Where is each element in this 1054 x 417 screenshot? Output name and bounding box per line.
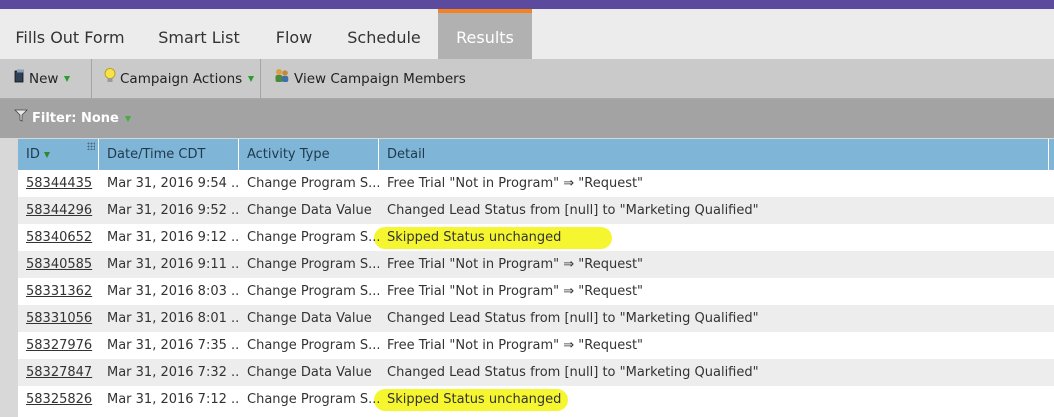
campaign-actions-button[interactable]: Campaign Actions [104, 59, 255, 99]
new-button[interactable]: New [14, 59, 71, 99]
tab-fills-out-form[interactable]: Fills Out Form [0, 9, 140, 59]
table-row[interactable]: 58327847 Mar 31, 2016 7:32 ... Change Data… [18, 359, 1054, 386]
tab-bar: Fills Out Form Smart List Flow Schedule … [0, 9, 1054, 59]
tab-results[interactable]: Results [438, 9, 532, 59]
column-header-id-label: ID [26, 147, 40, 162]
filter-icon [14, 99, 28, 138]
cell-id: 58344435 [18, 170, 99, 197]
cell-activity-type: Change Program S... [247, 284, 379, 299]
tab-smart-list[interactable]: Smart List [140, 9, 258, 59]
tab-schedule[interactable]: Schedule [330, 9, 438, 59]
cell-id: 58325826 [18, 386, 99, 413]
grid-header: ID Date/Time CDT Activity Type Detail [18, 139, 1054, 170]
cell-datetime: Mar 31, 2016 9:11 ... [107, 257, 239, 272]
campaign-actions-label: Campaign Actions [120, 71, 243, 87]
cell-activity-type: Change Program S... [247, 392, 379, 407]
filter-bar: Filter: None [0, 99, 1054, 138]
chevron-down-icon [124, 115, 131, 122]
lead-id-link[interactable]: 58340585 [26, 257, 92, 272]
lead-id-link[interactable]: 58340652 [26, 230, 92, 245]
lightbulb-icon [104, 59, 116, 99]
cell-id: 58327847 [18, 359, 99, 386]
chevron-down-icon [248, 76, 255, 82]
cell-detail: Changed Lead Status from [null] to "Mark… [387, 311, 759, 326]
cell-detail: Free Trial "Not in Program" ⇒ "Request" [387, 338, 644, 353]
cell-detail: Changed Lead Status from [null] to "Mark… [387, 365, 759, 380]
cell-id: 58331362 [18, 278, 99, 305]
cell-activity-type: Change Program S... [247, 338, 379, 353]
cell-id: 58327976 [18, 332, 99, 359]
cell-activity-type: Change Program S... [247, 230, 379, 245]
table-row[interactable]: 58325826 Mar 31, 2016 7:12 ... Change Prog… [18, 386, 1054, 413]
column-header-id[interactable]: ID [18, 139, 99, 170]
new-document-icon [14, 59, 25, 99]
cell-activity-type: Change Program S... [247, 257, 379, 272]
results-grid: ID Date/Time CDT Activity Type Detail 58… [18, 139, 1054, 417]
cell-detail: Skipped Status unchanged [387, 230, 562, 245]
cell-id: 58340652 [18, 224, 99, 251]
cell-detail: Changed Lead Status from [null] to "Mark… [387, 203, 759, 218]
lead-id-link[interactable]: 58327976 [26, 338, 92, 353]
table-row[interactable]: 58344435 Mar 31, 2016 9:54 ... Change Prog… [18, 170, 1054, 197]
lead-id-link[interactable]: 58327847 [26, 365, 92, 380]
cell-activity-type: Change Data Value [247, 311, 372, 326]
column-resize-grip-icon[interactable] [87, 142, 95, 150]
cell-id: 58340585 [18, 251, 99, 278]
tab-flow[interactable]: Flow [258, 9, 330, 59]
chevron-down-icon [64, 76, 71, 82]
cell-datetime: Mar 31, 2016 9:52 ... [107, 203, 239, 218]
cell-datetime: Mar 31, 2016 8:03 ... [107, 284, 239, 299]
cell-datetime: Mar 31, 2016 9:12 ... [107, 230, 239, 245]
column-header-datetime[interactable]: Date/Time CDT [99, 139, 239, 170]
cell-detail: Skipped Status unchanged [387, 392, 562, 407]
cell-detail: Free Trial "Not in Program" ⇒ "Request" [387, 284, 644, 299]
cell-datetime: Mar 31, 2016 8:01 ... [107, 311, 239, 326]
lead-id-link[interactable]: 58331056 [26, 311, 92, 326]
toolbar-divider [91, 59, 92, 99]
table-row[interactable]: 58331056 Mar 31, 2016 8:01 ... Change Data… [18, 305, 1054, 332]
view-campaign-members-label: View Campaign Members [294, 71, 466, 87]
toolbar-divider [260, 59, 261, 99]
lead-id-link[interactable]: 58325826 [26, 392, 92, 407]
view-campaign-members-button[interactable]: View Campaign Members [274, 59, 466, 99]
cell-detail: Free Trial "Not in Program" ⇒ "Request" [387, 176, 644, 191]
lead-id-link[interactable]: 58344296 [26, 203, 92, 218]
cell-id: 58331056 [18, 305, 99, 332]
filter-label: Filter: None [32, 111, 119, 126]
filter-dropdown[interactable]: Filter: None [14, 99, 131, 138]
cell-id: 58344296 [18, 197, 99, 224]
lead-id-link[interactable]: 58344435 [26, 176, 92, 191]
sort-desc-icon [43, 151, 50, 158]
top-brand-bar [0, 0, 1054, 9]
cell-datetime: Mar 31, 2016 7:32 ... [107, 365, 239, 380]
cell-datetime: Mar 31, 2016 7:12 ... [107, 392, 239, 407]
grid-body: 58344435 Mar 31, 2016 9:54 ... Change Prog… [18, 170, 1054, 413]
column-header-activity-type[interactable]: Activity Type [239, 139, 379, 170]
cell-activity-type: Change Data Value [247, 365, 372, 380]
lead-id-link[interactable]: 58331362 [26, 284, 92, 299]
table-row[interactable]: 58327976 Mar 31, 2016 7:35 ... Change Prog… [18, 332, 1054, 359]
cell-activity-type: Change Program S... [247, 176, 379, 191]
members-icon [274, 59, 290, 99]
toolbar: New Campaign Actions View Campaign Membe… [0, 59, 1054, 99]
cell-activity-type: Change Data Value [247, 203, 372, 218]
table-row[interactable]: 58344296 Mar 31, 2016 9:52 ... Change Data… [18, 197, 1054, 224]
cell-detail: Free Trial "Not in Program" ⇒ "Request" [387, 257, 644, 272]
column-header-detail[interactable]: Detail [379, 139, 1049, 170]
table-row[interactable]: 58340652 Mar 31, 2016 9:12 ... Change Prog… [18, 224, 1054, 251]
table-row[interactable]: 58331362 Mar 31, 2016 8:03 ... Change Prog… [18, 278, 1054, 305]
cell-datetime: Mar 31, 2016 9:54 ... [107, 176, 239, 191]
new-label: New [29, 71, 59, 87]
cell-datetime: Mar 31, 2016 7:35 ... [107, 338, 239, 353]
table-row[interactable]: 58340585 Mar 31, 2016 9:11 ... Change Prog… [18, 251, 1054, 278]
